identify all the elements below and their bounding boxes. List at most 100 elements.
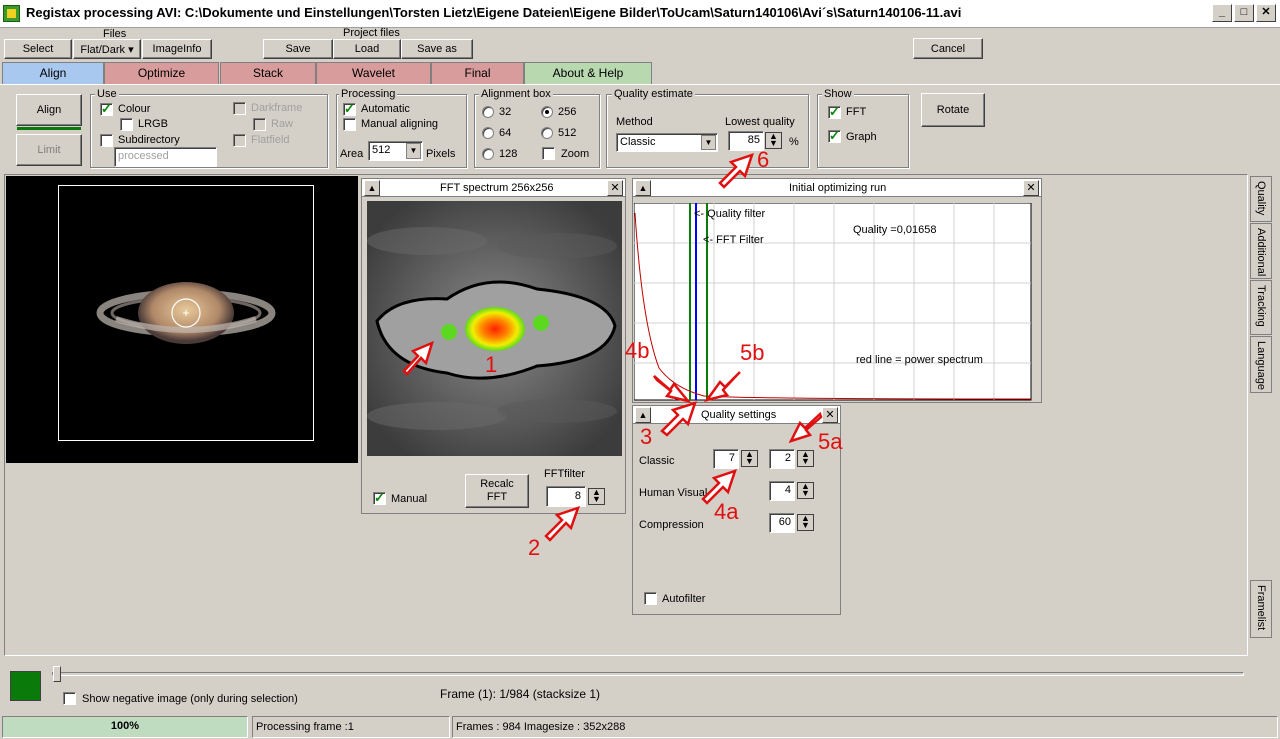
zoom-checkbox[interactable]	[542, 147, 555, 160]
progress-bar: 100%	[2, 716, 248, 738]
imageinfo-button[interactable]: ImageInfo	[142, 39, 212, 59]
manual-fft-checkbox[interactable]	[373, 490, 386, 506]
colour-label: Colour	[118, 103, 151, 115]
manual-fft-label: Manual	[391, 493, 428, 505]
close-icon[interactable]: ✕	[822, 407, 838, 423]
tab-divider	[0, 84, 1280, 85]
chevron-down-icon[interactable]: ▼	[701, 135, 716, 150]
raw-checkbox[interactable]	[253, 118, 266, 131]
box-256-radio[interactable]	[541, 106, 553, 118]
tab-about-help[interactable]: About & Help	[524, 62, 652, 84]
cancel-button[interactable]: Cancel	[913, 38, 983, 59]
window-title: Registax processing AVI: C:\Dokumente un…	[26, 5, 962, 20]
percent-label: %	[789, 136, 799, 148]
graph-checkbox[interactable]	[828, 128, 841, 144]
pixels-label: Pixels	[426, 148, 456, 160]
tab-final[interactable]: Final	[431, 62, 524, 84]
annotation-2: 2	[528, 535, 541, 560]
maximize-button[interactable]: □	[1234, 4, 1254, 22]
status-frames: Frames : 984 Imagesize : 352x288	[452, 716, 1278, 738]
automatic-checkbox[interactable]	[343, 101, 356, 117]
tab-optimize[interactable]: Optimize	[104, 62, 219, 84]
lowest-quality-label: Lowest quality	[725, 116, 795, 128]
side-tab-quality[interactable]: Quality	[1250, 176, 1272, 222]
collapse-icon[interactable]: ▲	[364, 180, 380, 196]
show-negative-label: Show negative image (only during selecti…	[82, 693, 298, 705]
limit-button[interactable]: Limit	[16, 134, 82, 166]
side-tab-tracking[interactable]: Tracking	[1250, 280, 1272, 335]
fft-panel: ▲ FFT spectrum 256x256 ✕ Manual Recalc	[361, 178, 626, 514]
human-visual-field[interactable]: 4	[769, 481, 795, 501]
annotation-3: 3	[640, 424, 653, 449]
darkframe-label: Darkframe	[251, 102, 303, 114]
classic-field-1[interactable]: 7	[713, 449, 739, 469]
quality-value-label: Quality =0,01658	[853, 224, 937, 236]
quality-settings-title: Quality settings	[701, 409, 777, 421]
show-negative-checkbox[interactable]	[63, 692, 76, 705]
recalc-fft-button[interactable]: Recalc FFT	[465, 474, 529, 508]
chevron-down-icon[interactable]: ▼	[406, 143, 421, 159]
tab-align[interactable]: Align	[2, 62, 104, 84]
frame-slider-thumb[interactable]	[53, 666, 61, 682]
tab-stack[interactable]: Stack	[220, 62, 316, 84]
save-as-button[interactable]: Save as	[401, 39, 473, 59]
optimizing-run-title: Initial optimizing run	[789, 182, 887, 194]
subdirectory-field[interactable]: processed	[114, 147, 217, 167]
fftfilter-label: FFTfilter	[544, 468, 585, 480]
side-tab-language[interactable]: Language	[1250, 336, 1272, 393]
box-64-radio[interactable]	[482, 127, 494, 139]
fftfilter-field[interactable]: 8	[546, 486, 586, 507]
quality-estimate-title: Quality estimate	[612, 88, 695, 100]
fft-panel-title: FFT spectrum 256x256	[440, 182, 554, 194]
close-icon[interactable]: ✕	[607, 180, 623, 196]
collapse-icon[interactable]: ▲	[635, 180, 651, 196]
flatfield-checkbox[interactable]	[233, 134, 246, 147]
colour-checkbox[interactable]	[100, 101, 113, 117]
tab-wavelet[interactable]: Wavelet	[316, 62, 431, 84]
box-512-radio[interactable]	[541, 127, 553, 139]
compression-field[interactable]: 60	[769, 513, 795, 533]
area-select[interactable]: 512 ▼	[368, 141, 423, 161]
lrgb-checkbox[interactable]	[120, 118, 133, 131]
close-button[interactable]: ✕	[1256, 4, 1276, 22]
fft-checkbox[interactable]	[828, 104, 841, 120]
side-tab-additional[interactable]: Additional	[1250, 223, 1272, 279]
quality-filter-label: <- Quality filter	[694, 208, 766, 220]
subdirectory-checkbox[interactable]	[100, 134, 113, 147]
collapse-icon[interactable]: ▲	[635, 407, 651, 423]
rotate-button[interactable]: Rotate	[921, 93, 985, 127]
area-value: 512	[372, 144, 391, 156]
compression-spinner[interactable]: ▲ ▼	[797, 514, 814, 531]
frame-slider-track[interactable]	[52, 672, 1244, 676]
raw-label: Raw	[271, 118, 294, 130]
project-files-label: Project files	[343, 27, 400, 39]
classic-spinner-2[interactable]: ▲ ▼	[797, 450, 814, 467]
select-button[interactable]: Select	[4, 39, 72, 59]
load-button[interactable]: Load	[333, 39, 401, 59]
box-256-label: 256	[558, 106, 577, 118]
saturn-image	[96, 282, 276, 344]
align-button[interactable]: Align	[16, 94, 82, 126]
close-icon[interactable]: ✕	[1023, 180, 1039, 196]
fft-filter-label: <- FFT Filter	[703, 234, 764, 246]
flat-dark-button[interactable]: Flat/Dark ▾	[73, 39, 141, 59]
fftfilter-spinner[interactable]: ▲ ▼	[588, 488, 605, 505]
autofilter-checkbox[interactable]	[644, 592, 657, 605]
box-128-radio[interactable]	[482, 148, 494, 160]
minimize-button[interactable]: _	[1212, 4, 1232, 22]
classic-field-2[interactable]: 2	[769, 449, 795, 469]
human-visual-spinner[interactable]: ▲ ▼	[797, 482, 814, 499]
lrgb-label: LRGB	[138, 118, 168, 130]
classic-spinner-1[interactable]: ▲ ▼	[741, 450, 758, 467]
darkframe-checkbox[interactable]	[233, 102, 246, 115]
compression-label: Compression	[639, 519, 704, 531]
alignment-box-title: Alignment box	[479, 88, 553, 100]
method-select[interactable]: Classic ▼	[616, 133, 718, 152]
image-view[interactable]	[6, 176, 358, 463]
use-title: Use	[95, 88, 119, 100]
box-32-radio[interactable]	[482, 106, 494, 118]
side-tab-framelist[interactable]: Framelist	[1250, 580, 1272, 638]
save-button[interactable]: Save	[263, 39, 333, 59]
manual-aligning-checkbox[interactable]	[343, 118, 356, 131]
progress-text: 100%	[110, 720, 140, 732]
